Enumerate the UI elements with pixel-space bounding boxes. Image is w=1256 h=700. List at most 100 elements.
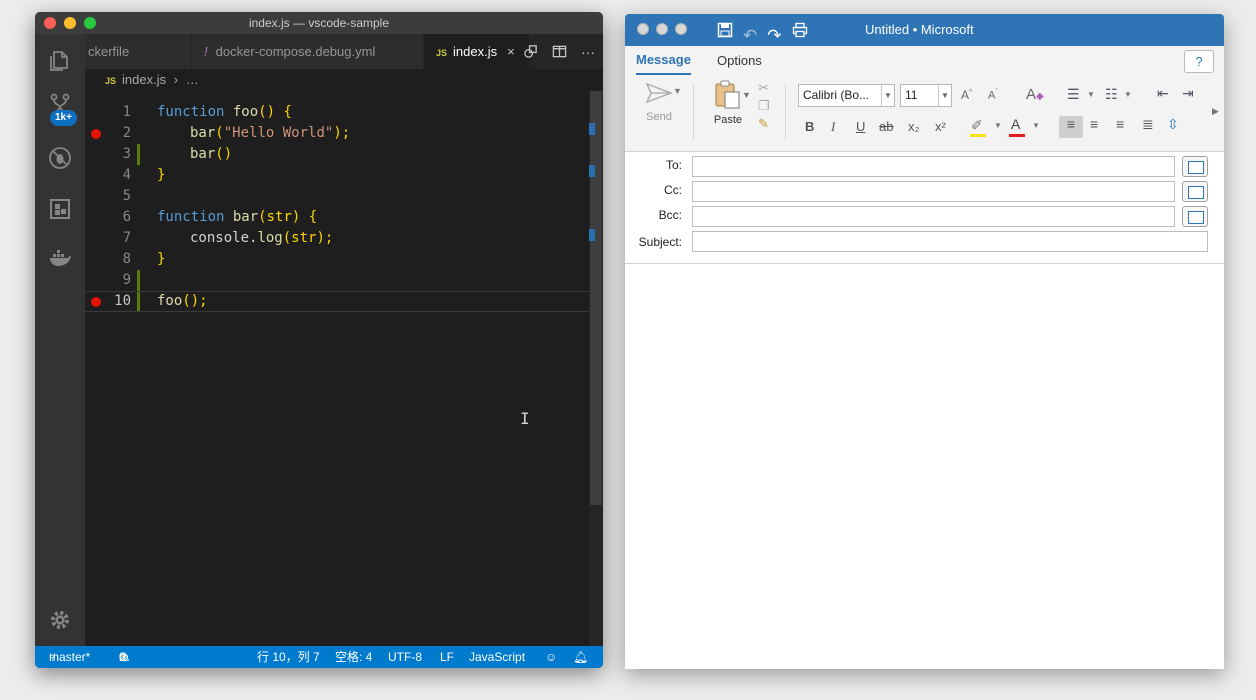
breadcrumb-separator: › <box>173 72 179 87</box>
justify-button[interactable]: ≣ <box>1142 116 1154 133</box>
maximize-window-button[interactable] <box>675 23 687 35</box>
line-number: 7 <box>122 230 131 246</box>
close-window-button[interactable] <box>44 17 56 29</box>
cc-address-book-icon[interactable] <box>1182 181 1208 202</box>
explorer-icon[interactable] <box>48 48 72 72</box>
save-icon[interactable] <box>717 22 733 38</box>
align-right-button[interactable]: ≡ <box>1116 116 1124 132</box>
increase-indent-icon[interactable]: ⇥ <box>1182 85 1194 102</box>
vscode-window: index.js — vscode-sample 1k+ ckerfile ! d… <box>35 12 603 668</box>
to-field[interactable] <box>692 156 1175 177</box>
paste-options-chevron-icon[interactable]: ▼ <box>742 90 751 100</box>
italic-button[interactable]: I <box>831 119 835 135</box>
to-address-book-icon[interactable] <box>1182 156 1208 177</box>
help-button[interactable]: ? <box>1184 50 1214 73</box>
overview-marker <box>589 165 595 177</box>
shrink-font-icon[interactable]: Aˇ <box>988 89 998 102</box>
code-line: 4 } <box>85 165 589 186</box>
breadcrumb-file[interactable]: index.js <box>122 72 166 87</box>
line-number: 4 <box>122 167 131 183</box>
tab-dockerfile[interactable]: ckerfile <box>85 34 192 69</box>
strikethrough-button[interactable]: ab <box>879 119 893 134</box>
notifications-bell-icon[interactable]: 🔔︎ <box>573 646 588 668</box>
highlight-chevron-icon[interactable]: ▼ <box>994 121 1002 130</box>
breadcrumb-more[interactable]: … <box>186 72 199 87</box>
breakpoint-icon[interactable] <box>91 297 101 307</box>
copy-icon[interactable]: ❐ <box>758 98 770 114</box>
ribbon-toolbar: Send ▼ Paste ▼ ✂ ❐ ✎ Calibri (Bo... ▼ 11 ▼… <box>625 76 1224 152</box>
bcc-field[interactable] <box>692 206 1175 227</box>
clear-formatting-icon[interactable]: A◆ <box>1026 86 1044 103</box>
split-editor-icon[interactable] <box>552 44 567 59</box>
yaml-file-icon: ! <box>204 44 208 59</box>
cc-field[interactable] <box>692 181 1175 202</box>
eol-status[interactable]: LF <box>440 646 454 668</box>
numbering-chevron-icon[interactable]: ▼ <box>1124 90 1132 99</box>
align-center-button[interactable]: ≡ <box>1090 116 1098 132</box>
outlook-titlebar: ↶ ↷ Untitled • Microsoft <box>625 14 1224 46</box>
vertical-scrollbar[interactable] <box>589 91 603 646</box>
tab-message[interactable]: Message <box>636 46 691 75</box>
bcc-label: Bcc: <box>658 208 682 222</box>
debug-icon[interactable] <box>48 146 72 170</box>
code-text: bar("Hello World"); <box>190 125 351 141</box>
align-left-button[interactable]: ≡ <box>1059 116 1083 138</box>
message-header-fields: To: Cc: Bcc: Subject: <box>625 152 1224 264</box>
code-line: 8 } <box>85 249 589 270</box>
more-actions-icon[interactable]: ··· <box>581 44 595 60</box>
bcc-address-book-icon[interactable] <box>1182 206 1208 227</box>
subscript-button[interactable]: x₂ <box>908 119 920 134</box>
font-color-chevron-icon[interactable]: ▼ <box>1032 121 1040 130</box>
minimize-window-button[interactable] <box>656 23 668 35</box>
font-name-select[interactable]: Calibri (Bo... ▼ <box>798 84 895 107</box>
extensions-icon[interactable] <box>48 197 72 221</box>
tab-docker-compose[interactable]: ! docker-compose.debug.yml <box>192 34 424 69</box>
code-line: 9 <box>85 270 589 291</box>
bullet-list-icon[interactable]: ☰ <box>1067 86 1080 103</box>
font-size-select[interactable]: 11 ▼ <box>900 84 952 107</box>
code-text: console.log(str); <box>190 230 334 246</box>
close-tab-icon[interactable]: × <box>507 44 515 59</box>
line-spacing-icon[interactable]: ⇳ <box>1167 116 1179 133</box>
format-painter-brush-icon[interactable]: ✎ <box>758 116 769 132</box>
subject-field[interactable] <box>692 231 1208 252</box>
line-number: 10 <box>114 293 131 309</box>
scrollbar-thumb[interactable] <box>590 91 602 505</box>
close-window-button[interactable] <box>637 23 649 35</box>
numbered-list-icon[interactable]: ☷ <box>1105 86 1118 103</box>
minimize-window-button[interactable] <box>64 17 76 29</box>
docker-icon[interactable] <box>48 246 72 270</box>
decrease-indent-icon[interactable]: ⇤ <box>1157 85 1169 102</box>
print-icon[interactable] <box>792 22 808 38</box>
tab-options[interactable]: Options <box>717 46 762 76</box>
breakpoint-icon[interactable] <box>91 129 101 139</box>
superscript-button[interactable]: x² <box>935 119 946 134</box>
code-editor[interactable]: 1 function foo() { 2 bar("Hello World");… <box>85 91 589 646</box>
language-mode-status[interactable]: JavaScript <box>469 646 525 668</box>
activity-bar: 1k+ <box>35 34 85 646</box>
send-options-chevron-icon[interactable]: ▼ <box>673 86 682 96</box>
highlight-pen-icon[interactable]: ✐ <box>971 117 983 134</box>
bullets-chevron-icon[interactable]: ▼ <box>1087 90 1095 99</box>
feedback-smiley-icon[interactable]: ☺ <box>545 646 557 668</box>
bold-button[interactable]: B <box>805 119 814 134</box>
cut-scissors-icon[interactable]: ✂ <box>758 80 769 96</box>
editor-actions: ··· <box>523 34 595 69</box>
settings-gear-icon[interactable] <box>48 608 72 632</box>
code-text: function foo() { <box>157 104 292 120</box>
cursor-position-status[interactable]: 行 10，列 7 <box>257 646 320 668</box>
code-text: } <box>157 251 166 267</box>
message-body[interactable] <box>625 265 1224 669</box>
font-color-icon[interactable]: A <box>1011 116 1020 132</box>
ribbon-tabs: Message Options ? <box>625 46 1224 76</box>
tab-index-js[interactable]: JS index.js × <box>424 34 530 69</box>
open-changes-icon[interactable] <box>523 44 538 59</box>
cc-label: Cc: <box>664 183 682 197</box>
grow-font-icon[interactable]: A^ <box>961 88 972 102</box>
ribbon-more-icon[interactable]: ▶ <box>1212 106 1219 117</box>
indentation-status[interactable]: 空格: 4 <box>335 646 372 668</box>
encoding-status[interactable]: UTF-8 <box>388 646 422 668</box>
maximize-window-button[interactable] <box>84 17 96 29</box>
paste-button[interactable]: Paste <box>707 80 749 126</box>
underline-button[interactable]: U <box>856 119 865 134</box>
